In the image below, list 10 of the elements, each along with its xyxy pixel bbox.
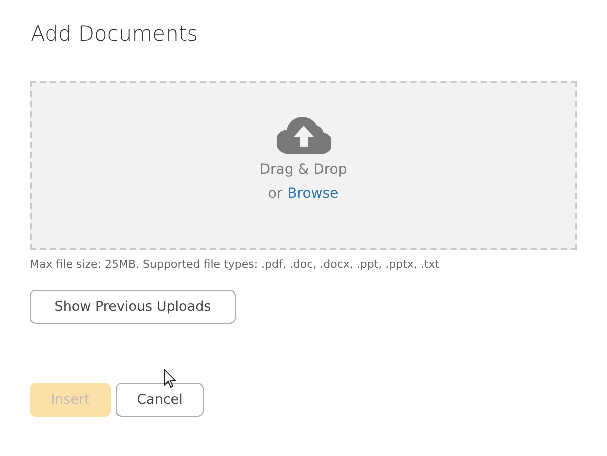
dialog-title: Add Documents bbox=[31, 22, 200, 48]
cursor-icon bbox=[164, 369, 177, 389]
file-size-hint: Max file size: 25MB. Supported file types: .pdf, .doc, .docx, .ppt, .pptx, .txt bbox=[30, 258, 441, 271]
cloud-upload-icon bbox=[276, 116, 330, 154]
show-previous-uploads-button[interactable]: Show Previous Uploads bbox=[30, 290, 236, 324]
browse-link[interactable]: Browse bbox=[288, 186, 339, 202]
or-label: or bbox=[268, 186, 283, 202]
drop-zone[interactable]: Drag & Drop or Browse bbox=[30, 81, 577, 250]
drag-drop-label: Drag & Drop bbox=[260, 162, 348, 178]
cancel-button[interactable]: Cancel bbox=[116, 383, 204, 417]
